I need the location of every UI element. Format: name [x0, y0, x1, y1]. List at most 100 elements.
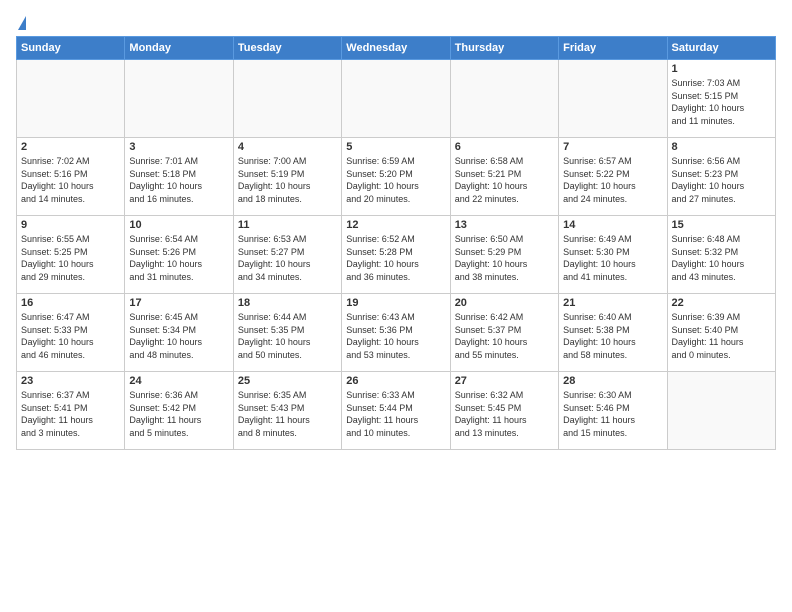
- calendar-cell: 26 Sunrise: 6:33 AM Sunset: 5:44 PM Dayli…: [342, 372, 450, 450]
- day-number: 12: [346, 219, 445, 231]
- calendar-cell: 1 Sunrise: 7:03 AM Sunset: 5:15 PM Daylig…: [667, 60, 775, 138]
- calendar-cell: [667, 372, 775, 450]
- header: [16, 16, 776, 26]
- day-number: 24: [129, 375, 228, 387]
- day-info: Sunrise: 6:59 AM Sunset: 5:20 PM Dayligh…: [346, 155, 445, 205]
- day-info: Sunrise: 6:52 AM Sunset: 5:28 PM Dayligh…: [346, 233, 445, 283]
- day-info: Sunrise: 6:57 AM Sunset: 5:22 PM Dayligh…: [563, 155, 662, 205]
- calendar-cell: [450, 60, 558, 138]
- week-row-0: 1 Sunrise: 7:03 AM Sunset: 5:15 PM Daylig…: [17, 60, 776, 138]
- calendar-cell: [559, 60, 667, 138]
- day-number: 26: [346, 375, 445, 387]
- day-number: 8: [672, 141, 771, 153]
- header-saturday: Saturday: [667, 37, 775, 60]
- day-info: Sunrise: 6:36 AM Sunset: 5:42 PM Dayligh…: [129, 389, 228, 439]
- calendar-cell: 10 Sunrise: 6:54 AM Sunset: 5:26 PM Dayli…: [125, 216, 233, 294]
- day-info: Sunrise: 6:58 AM Sunset: 5:21 PM Dayligh…: [455, 155, 554, 205]
- calendar-cell: 5Sunrise: 6:59 AM Sunset: 5:20 PM Daylig…: [342, 138, 450, 216]
- calendar-cell: 21 Sunrise: 6:40 AM Sunset: 5:38 PM Dayli…: [559, 294, 667, 372]
- day-number: 18: [238, 297, 337, 309]
- day-number: 16: [21, 297, 120, 309]
- header-friday: Friday: [559, 37, 667, 60]
- calendar-cell: 28 Sunrise: 6:30 AM Sunset: 5:46 PM Dayli…: [559, 372, 667, 450]
- week-row-1: 2 Sunrise: 7:02 AM Sunset: 5:16 PM Daylig…: [17, 138, 776, 216]
- day-number: 7: [563, 141, 662, 153]
- day-number: 22: [672, 297, 771, 309]
- calendar-cell: 15 Sunrise: 6:48 AM Sunset: 5:32 PM Dayli…: [667, 216, 775, 294]
- day-number: 21: [563, 297, 662, 309]
- day-number: 15: [672, 219, 771, 231]
- calendar-cell: 4 Sunrise: 7:00 AM Sunset: 5:19 PM Daylig…: [233, 138, 341, 216]
- day-number: 14: [563, 219, 662, 231]
- day-number: 25: [238, 375, 337, 387]
- day-number: 10: [129, 219, 228, 231]
- day-info: Sunrise: 6:55 AM Sunset: 5:25 PM Dayligh…: [21, 233, 120, 283]
- day-info: Sunrise: 6:47 AM Sunset: 5:33 PM Dayligh…: [21, 311, 120, 361]
- day-info: Sunrise: 7:01 AM Sunset: 5:18 PM Dayligh…: [129, 155, 228, 205]
- week-row-4: 23 Sunrise: 6:37 AM Sunset: 5:41 PM Dayli…: [17, 372, 776, 450]
- calendar-cell: [233, 60, 341, 138]
- day-info: Sunrise: 6:56 AM Sunset: 5:23 PM Dayligh…: [672, 155, 771, 205]
- calendar-cell: 25 Sunrise: 6:35 AM Sunset: 5:43 PM Dayli…: [233, 372, 341, 450]
- calendar-cell: 12 Sunrise: 6:52 AM Sunset: 5:28 PM Dayli…: [342, 216, 450, 294]
- page: SundayMondayTuesdayWednesdayThursdayFrid…: [0, 0, 792, 612]
- day-info: Sunrise: 6:49 AM Sunset: 5:30 PM Dayligh…: [563, 233, 662, 283]
- day-info: Sunrise: 6:40 AM Sunset: 5:38 PM Dayligh…: [563, 311, 662, 361]
- day-number: 6: [455, 141, 554, 153]
- calendar-cell: 22Sunrise: 6:39 AM Sunset: 5:40 PM Dayli…: [667, 294, 775, 372]
- day-info: Sunrise: 6:45 AM Sunset: 5:34 PM Dayligh…: [129, 311, 228, 361]
- calendar-header-row: SundayMondayTuesdayWednesdayThursdayFrid…: [17, 37, 776, 60]
- calendar-cell: [17, 60, 125, 138]
- calendar-cell: 7 Sunrise: 6:57 AM Sunset: 5:22 PM Daylig…: [559, 138, 667, 216]
- calendar-cell: 11 Sunrise: 6:53 AM Sunset: 5:27 PM Dayli…: [233, 216, 341, 294]
- calendar-cell: 14 Sunrise: 6:49 AM Sunset: 5:30 PM Dayli…: [559, 216, 667, 294]
- calendar-table: SundayMondayTuesdayWednesdayThursdayFrid…: [16, 36, 776, 450]
- day-number: 2: [21, 141, 120, 153]
- calendar-cell: 2 Sunrise: 7:02 AM Sunset: 5:16 PM Daylig…: [17, 138, 125, 216]
- day-info: Sunrise: 6:44 AM Sunset: 5:35 PM Dayligh…: [238, 311, 337, 361]
- day-info: Sunrise: 6:53 AM Sunset: 5:27 PM Dayligh…: [238, 233, 337, 283]
- header-sunday: Sunday: [17, 37, 125, 60]
- calendar-cell: 6 Sunrise: 6:58 AM Sunset: 5:21 PM Daylig…: [450, 138, 558, 216]
- day-number: 23: [21, 375, 120, 387]
- day-info: Sunrise: 7:03 AM Sunset: 5:15 PM Dayligh…: [672, 77, 771, 127]
- calendar-cell: 13Sunrise: 6:50 AM Sunset: 5:29 PM Dayli…: [450, 216, 558, 294]
- calendar-cell: 9 Sunrise: 6:55 AM Sunset: 5:25 PM Daylig…: [17, 216, 125, 294]
- calendar-cell: 27Sunrise: 6:32 AM Sunset: 5:45 PM Dayli…: [450, 372, 558, 450]
- day-info: Sunrise: 6:42 AM Sunset: 5:37 PM Dayligh…: [455, 311, 554, 361]
- day-info: Sunrise: 6:33 AM Sunset: 5:44 PM Dayligh…: [346, 389, 445, 439]
- calendar-cell: 20 Sunrise: 6:42 AM Sunset: 5:37 PM Dayli…: [450, 294, 558, 372]
- day-number: 28: [563, 375, 662, 387]
- day-info: Sunrise: 6:48 AM Sunset: 5:32 PM Dayligh…: [672, 233, 771, 283]
- header-wednesday: Wednesday: [342, 37, 450, 60]
- day-info: Sunrise: 7:00 AM Sunset: 5:19 PM Dayligh…: [238, 155, 337, 205]
- day-info: Sunrise: 6:35 AM Sunset: 5:43 PM Dayligh…: [238, 389, 337, 439]
- calendar-cell: 23 Sunrise: 6:37 AM Sunset: 5:41 PM Dayli…: [17, 372, 125, 450]
- day-info: Sunrise: 7:02 AM Sunset: 5:16 PM Dayligh…: [21, 155, 120, 205]
- day-number: 20: [455, 297, 554, 309]
- day-number: 1: [672, 63, 771, 75]
- day-info: Sunrise: 6:30 AM Sunset: 5:46 PM Dayligh…: [563, 389, 662, 439]
- day-number: 3: [129, 141, 228, 153]
- day-number: 19: [346, 297, 445, 309]
- calendar-cell: 24 Sunrise: 6:36 AM Sunset: 5:42 PM Dayli…: [125, 372, 233, 450]
- header-tuesday: Tuesday: [233, 37, 341, 60]
- day-info: Sunrise: 6:37 AM Sunset: 5:41 PM Dayligh…: [21, 389, 120, 439]
- calendar-cell: 3 Sunrise: 7:01 AM Sunset: 5:18 PM Daylig…: [125, 138, 233, 216]
- day-number: 9: [21, 219, 120, 231]
- calendar-cell: [125, 60, 233, 138]
- calendar-cell: 17Sunrise: 6:45 AM Sunset: 5:34 PM Dayli…: [125, 294, 233, 372]
- day-number: 11: [238, 219, 337, 231]
- week-row-3: 16 Sunrise: 6:47 AM Sunset: 5:33 PM Dayli…: [17, 294, 776, 372]
- header-monday: Monday: [125, 37, 233, 60]
- calendar-cell: [342, 60, 450, 138]
- day-number: 13: [455, 219, 554, 231]
- calendar-cell: 8 Sunrise: 6:56 AM Sunset: 5:23 PM Daylig…: [667, 138, 775, 216]
- day-info: Sunrise: 6:54 AM Sunset: 5:26 PM Dayligh…: [129, 233, 228, 283]
- day-number: 4: [238, 141, 337, 153]
- calendar-cell: 16 Sunrise: 6:47 AM Sunset: 5:33 PM Dayli…: [17, 294, 125, 372]
- logo-triangle-icon: [18, 16, 26, 30]
- week-row-2: 9 Sunrise: 6:55 AM Sunset: 5:25 PM Daylig…: [17, 216, 776, 294]
- logo: [16, 16, 26, 26]
- calendar-cell: 19Sunrise: 6:43 AM Sunset: 5:36 PM Dayli…: [342, 294, 450, 372]
